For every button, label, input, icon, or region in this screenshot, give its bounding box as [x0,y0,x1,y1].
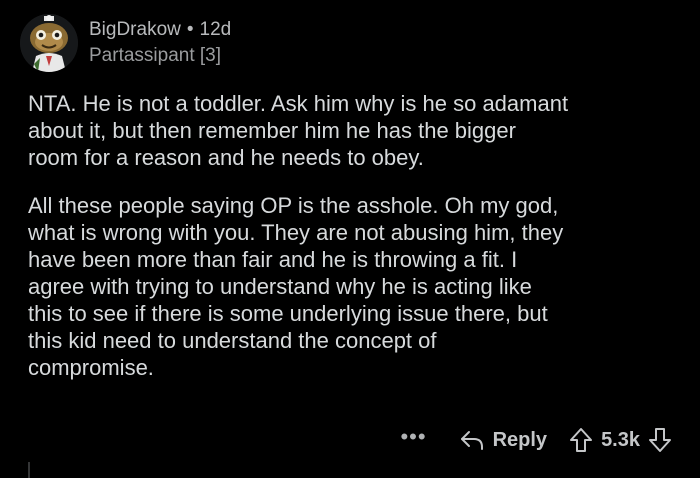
comment: BigDrakow • 12d Partassipant [3] NTA. He… [0,0,700,478]
comment-meta: BigDrakow • 12d Partassipant [3] [89,19,231,67]
meta-separator: • [186,19,194,40]
user-avatar-icon[interactable] [20,14,78,72]
comment-paragraph: All these people saying OP is the asshol… [28,193,564,380]
comment-paragraph: NTA. He is not a toddler. Ask him why is… [28,91,569,170]
reply-button[interactable]: Reply [459,429,547,452]
upvote-arrow-icon[interactable] [569,427,593,453]
comment-actions: ••• Reply 5.3k [400,424,672,456]
comment-age: 12d [199,19,232,40]
vote-controls: 5.3k [569,427,672,453]
downvote-arrow-icon[interactable] [648,427,672,453]
comment-body: NTA. He is not a toddler. Ask him why is… [28,90,678,402]
username[interactable]: BigDrakow [89,19,181,41]
more-options-button[interactable]: ••• [400,426,426,448]
user-flair: Partassipant [3] [89,45,222,66]
vote-score: 5.3k [601,428,640,451]
thread-line [28,462,30,478]
reply-arrow-icon [460,431,483,450]
author-line: BigDrakow • 12d [89,19,231,41]
comment-header: BigDrakow • 12d Partassipant [3] [20,14,231,72]
reply-label: Reply [492,428,548,451]
